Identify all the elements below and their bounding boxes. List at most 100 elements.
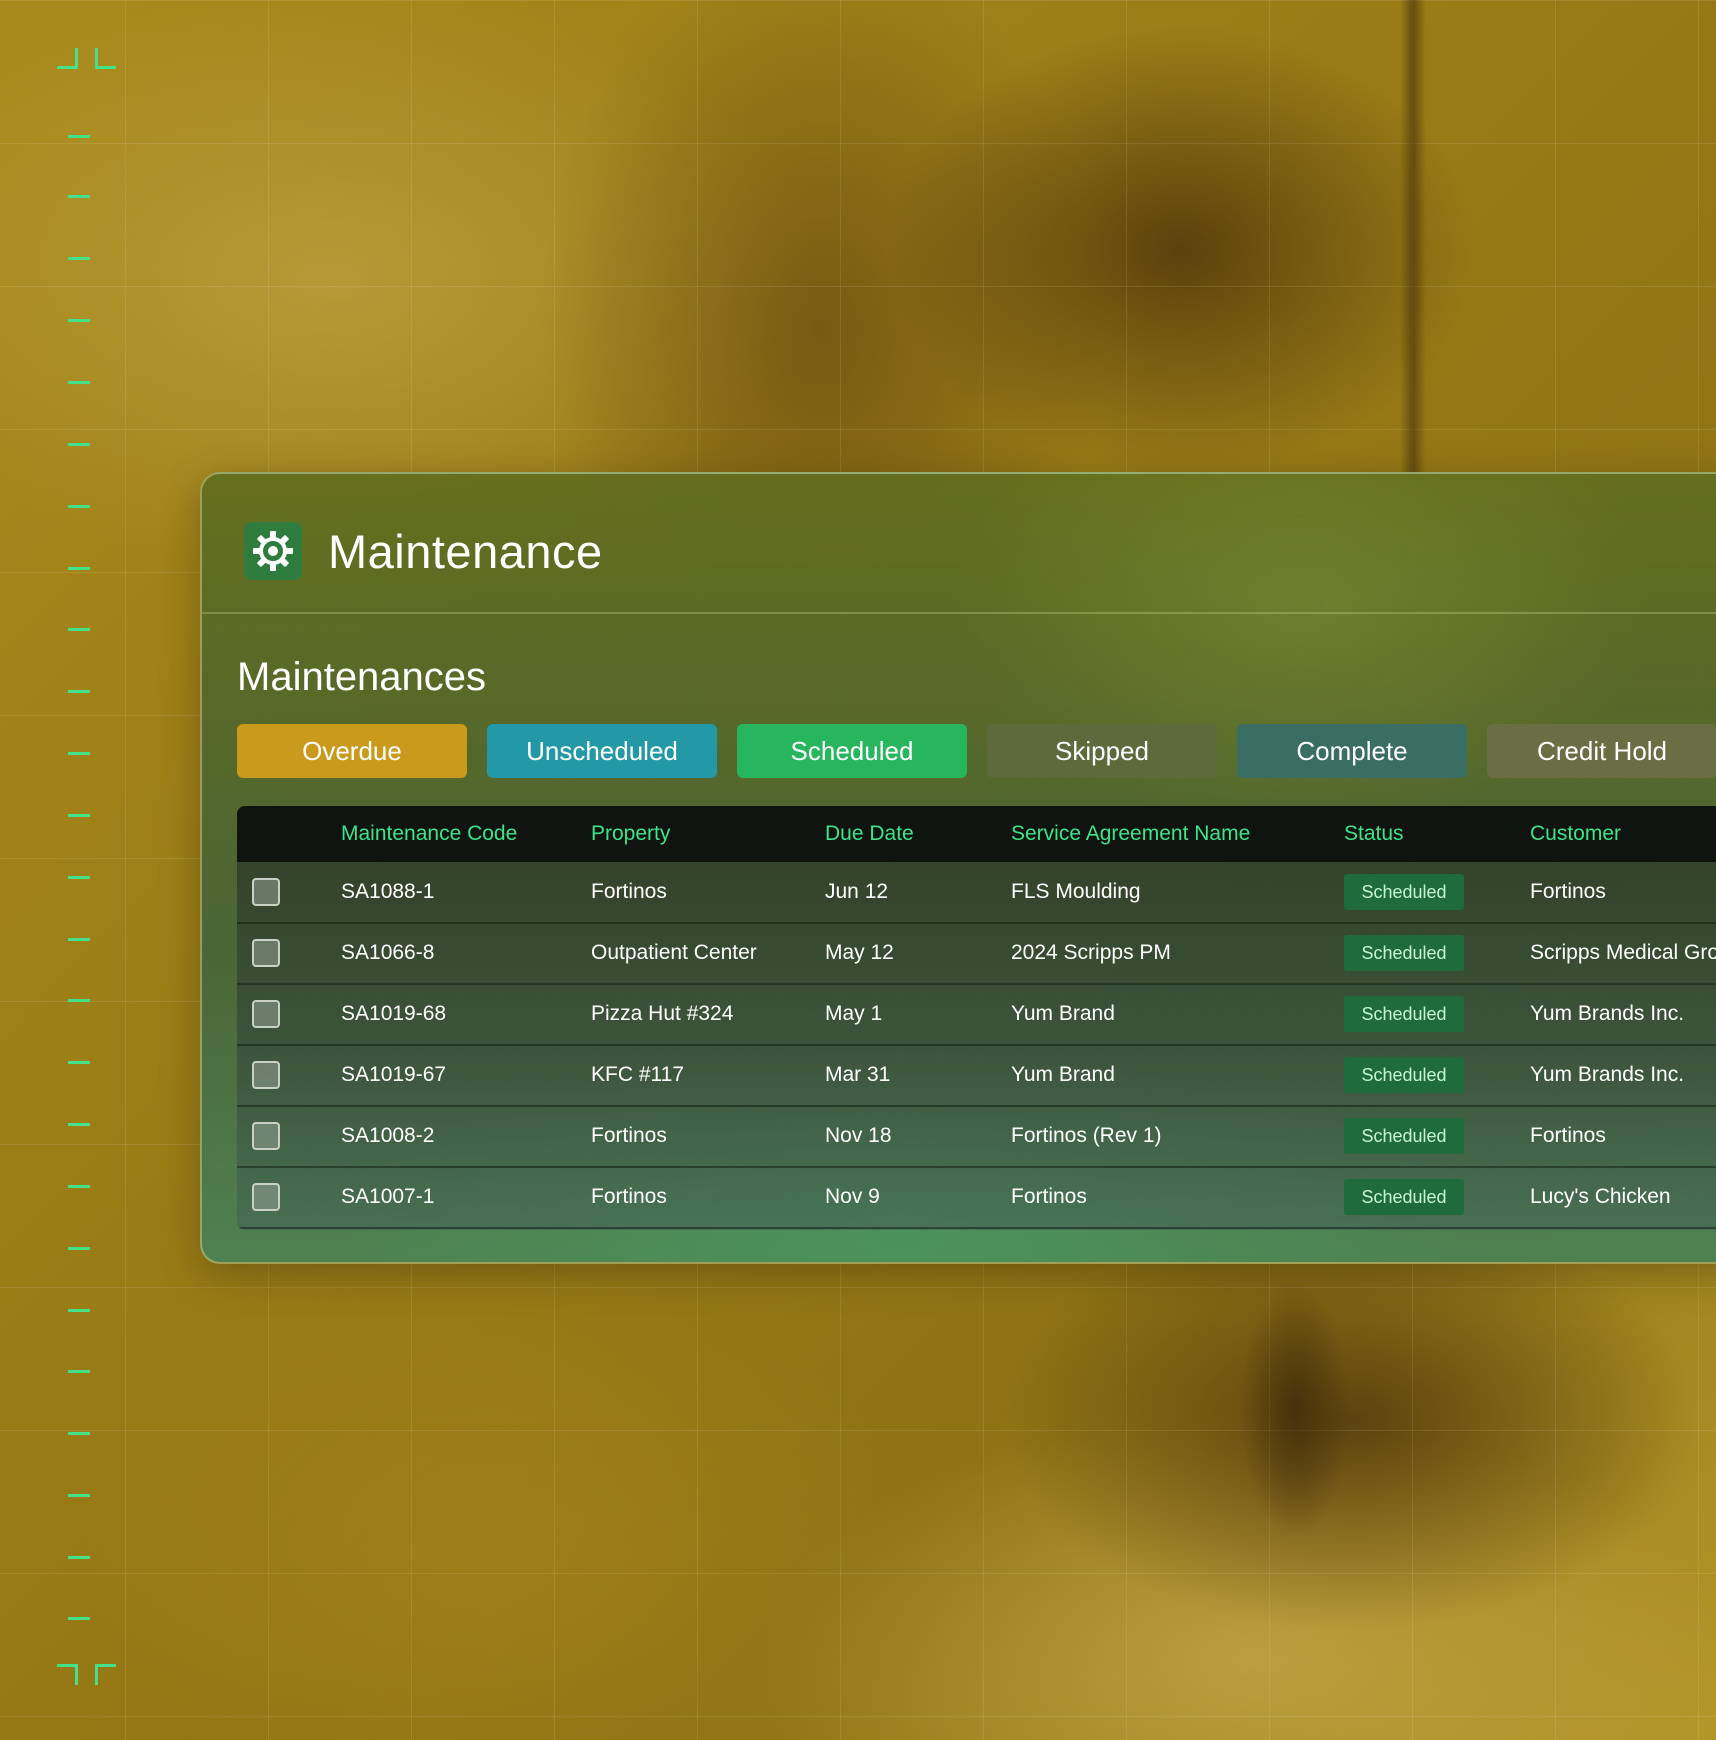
due-date-cell: Nov 9 [825,1185,880,1208]
table-row[interactable]: SA1019-68 Pizza Hut #324 May 1 Yum Brand Yum… [237,984,1716,1046]
ruler-tick [68,938,90,941]
corner-bracket-icon [95,1664,116,1685]
status-badge: Scheduled [1344,874,1464,910]
ruler-tick [68,1309,90,1312]
ruler-tick [68,1185,90,1188]
ruler-tick [68,690,90,693]
ruler-tick [68,319,90,322]
row-checkbox[interactable] [252,939,280,967]
filter-overdue-button[interactable]: Overdue [237,724,467,778]
ruler-tick [68,257,90,260]
ruler-tick [68,567,90,570]
maintenance-code-cell: SA1019-67 [341,1063,447,1086]
table-row[interactable]: SA1019-67 KFC #117 Mar 31 Yum Brand Yum Bran… [237,1045,1716,1107]
ruler-tick [68,814,90,817]
service-agreement-cell: 2024 Scripps PM [1011,941,1171,964]
ruler-tick [68,1432,90,1435]
col-service-agreement-name-header[interactable]: Service Agreement Name [1011,806,1250,862]
property-cell: Fortinos [591,880,667,903]
col-customer-header[interactable]: Customer [1530,806,1621,862]
ruler-tick [68,999,90,1002]
status-badge: Scheduled [1344,1057,1464,1093]
filter-skipped-button[interactable]: Skipped [987,724,1217,778]
corner-bracket-icon [57,1664,78,1685]
due-date-cell: Jun 12 [825,880,889,903]
maintenance-table: Maintenance Code Property Due Date Service … [237,806,1716,1230]
background-shadow [1240,1280,1350,1540]
ruler-tick [68,195,90,198]
property-cell: Fortinos [591,1124,667,1147]
ruler-tick [68,1617,90,1620]
service-agreement-cell: Fortinos [1011,1185,1087,1208]
col-status-header[interactable]: Status [1344,806,1404,862]
ruler-tick [68,1061,90,1064]
page-title: Maintenance [328,525,603,578]
ruler-tick [68,1556,90,1559]
ruler-tick [68,381,90,384]
ruler-tick [68,1123,90,1126]
table-row[interactable]: SA1007-1 Fortinos Nov 9 Fortinos Lucy's Chic… [237,1167,1716,1229]
customer-cell: Lucy's Chicken [1530,1185,1671,1208]
status-badge: Scheduled [1344,996,1464,1032]
customer-cell: Scripps Medical Gro [1530,941,1716,964]
service-agreement-cell: FLS Moulding [1011,880,1141,903]
ruler-tick [68,876,90,879]
ruler-tick [68,443,90,446]
property-cell: Pizza Hut #324 [591,1002,734,1025]
ruler-tick [68,1494,90,1497]
service-agreement-cell: Fortinos (Rev 1) [1011,1124,1162,1147]
customer-cell: Yum Brands Inc. [1530,1063,1685,1086]
filter-scheduled-button[interactable]: Scheduled [737,724,967,778]
due-date-cell: Mar 31 [825,1063,891,1086]
status-badge: Scheduled [1344,1118,1464,1154]
table-header: Maintenance Code Property Due Date Service … [237,806,1716,862]
filter-complete-button[interactable]: Complete [1237,724,1467,778]
row-checkbox[interactable] [252,1000,280,1028]
col-property-header[interactable]: Property [591,806,670,862]
maintenance-code-cell: SA1019-68 [341,1002,447,1025]
ruler-tick [68,752,90,755]
maintenance-code-cell: SA1066-8 [341,941,435,964]
customer-cell: Fortinos [1530,1124,1606,1147]
col-due-date-header[interactable]: Due Date [825,806,914,862]
table-row[interactable]: SA1008-2 Fortinos Nov 18 Fortinos (Rev 1) Fo… [237,1106,1716,1168]
maintenance-code-cell: SA1088-1 [341,880,435,903]
row-checkbox[interactable] [252,1061,280,1089]
service-agreement-cell: Yum Brand [1011,1063,1115,1086]
due-date-cell: May 1 [825,1002,883,1025]
side-ruler [0,0,140,1740]
corner-bracket-icon [57,48,78,69]
row-checkbox[interactable] [252,1122,280,1150]
section-title: Maintenances [237,655,487,699]
property-cell: KFC #117 [591,1063,684,1086]
panel-header: Maintenance [202,474,1716,614]
corner-bracket-icon [95,48,116,69]
ruler-tick [68,628,90,631]
ruler-tick [68,505,90,508]
maintenance-code-cell: SA1008-2 [341,1124,435,1147]
ruler-tick [68,1370,90,1373]
service-agreement-cell: Yum Brand [1011,1002,1115,1025]
row-checkbox[interactable] [252,1183,280,1211]
property-cell: Fortinos [591,1185,667,1208]
ruler-tick [68,1247,90,1250]
due-date-cell: Nov 18 [825,1124,892,1147]
customer-cell: Yum Brands Inc. [1530,1002,1685,1025]
background-shadow [1400,0,1426,480]
gear-icon [244,522,302,580]
filter-unscheduled-button[interactable]: Unscheduled [487,724,717,778]
table-row[interactable]: SA1066-8 Outpatient Center May 12 2024 Scri… [237,923,1716,985]
row-checkbox[interactable] [252,878,280,906]
table-row[interactable]: SA1088-1 Fortinos Jun 12 FLS Moulding Fortin… [237,862,1716,924]
status-badge: Scheduled [1344,1179,1464,1215]
status-badge: Scheduled [1344,935,1464,971]
ruler-tick [68,135,90,138]
col-maintenance-code-header[interactable]: Maintenance Code [341,806,517,862]
background-scene: Maintenance Maintenances Overdue Unschedu… [0,0,1716,1740]
filter-credit-hold-button[interactable]: Credit Hold [1487,724,1716,778]
maintenance-code-cell: SA1007-1 [341,1185,435,1208]
due-date-cell: May 12 [825,941,894,964]
maintenance-panel: Maintenance Maintenances Overdue Unschedu… [200,472,1716,1264]
customer-cell: Fortinos [1530,880,1606,903]
property-cell: Outpatient Center [591,941,757,964]
